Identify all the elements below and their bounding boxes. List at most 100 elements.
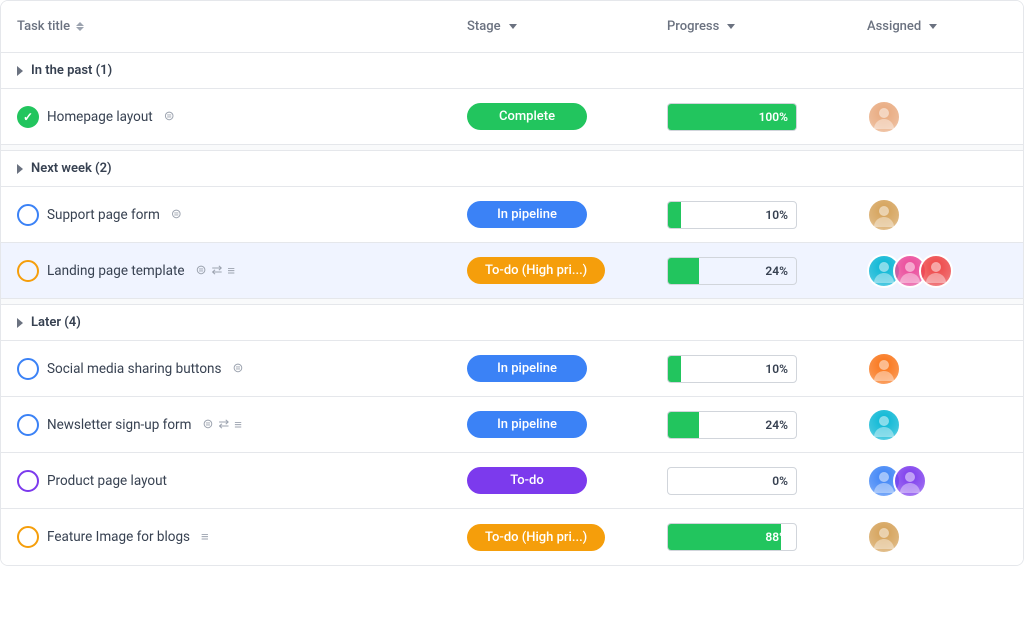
refresh-icon[interactable]: ⇄ (211, 263, 222, 278)
table-row: Social media sharing buttons ⊜ In pipeli… (1, 341, 1023, 397)
sort-icon[interactable] (76, 22, 84, 31)
task-name: Homepage layout (47, 109, 153, 125)
task-title-cell: Landing page template ⊜ ⇄ ≡ (1, 250, 451, 292)
stage-badge[interactable]: To-do (High pri...) (467, 257, 605, 284)
table-row: Homepage layout ⊜ Complete 100% (1, 89, 1023, 145)
task-meta: ≡ (201, 529, 209, 545)
task-title-cell: Support page form ⊜ (1, 194, 451, 236)
task-meta: ⊜ ⇄ ≡ (196, 263, 235, 279)
task-table: Task title Stage Progress Assigned In th… (0, 0, 1024, 566)
stage-badge[interactable]: In pipeline (467, 411, 587, 438)
task-status-icon[interactable] (17, 204, 39, 226)
progress-bar: 0% (667, 467, 797, 495)
group-label: Later (4) (31, 315, 81, 330)
stage-badge[interactable]: In pipeline (467, 355, 587, 382)
group-label: Next week (2) (31, 161, 112, 176)
header-assigned[interactable]: Assigned (851, 11, 1021, 42)
avatar (867, 520, 901, 554)
table-row: Feature Image for blogs ≡ To-do (High pr… (1, 509, 1023, 565)
task-title-cell: Social media sharing buttons ⊜ (1, 348, 451, 390)
table-header: Task title Stage Progress Assigned (1, 1, 1023, 53)
progress-cell: 100% (651, 95, 851, 139)
header-task-title[interactable]: Task title (1, 11, 451, 42)
table-row: Product page layout To-do 0% (1, 453, 1023, 509)
header-stage[interactable]: Stage (451, 11, 651, 42)
avatar (919, 254, 953, 288)
group-header-later[interactable]: Later (4) (1, 305, 1023, 341)
assigned-cell (851, 400, 1021, 450)
task-name: Support page form (47, 207, 160, 223)
assigned-cell (851, 190, 1021, 240)
table-row: Landing page template ⊜ ⇄ ≡ To-do (High pr… (1, 243, 1023, 299)
list-icon[interactable]: ≡ (234, 417, 242, 433)
stage-cell: In pipeline (451, 193, 651, 236)
avatar-group (867, 254, 953, 288)
avatar-group (867, 408, 901, 442)
avatar-group (867, 520, 901, 554)
progress-bar: 10% (667, 355, 797, 383)
task-status-icon[interactable] (17, 260, 39, 282)
avatar-group (867, 100, 901, 134)
task-status-icon[interactable] (17, 470, 39, 492)
progress-bar: 24% (667, 257, 797, 285)
task-name: Feature Image for blogs (47, 529, 190, 545)
stage-cell: To-do (High pri...) (451, 516, 651, 559)
task-title-cell: Product page layout (1, 460, 451, 502)
progress-bar: 100% (667, 103, 797, 131)
progress-bar: 88% (667, 523, 797, 551)
progress-text: 24% (668, 264, 796, 278)
table-row: Newsletter sign-up form ⊜⇄≡ In pipeline … (1, 397, 1023, 453)
list-icon[interactable]: ≡ (227, 263, 235, 279)
task-status-icon[interactable] (17, 106, 39, 128)
task-name: Social media sharing buttons (47, 361, 221, 377)
chevron-down-icon (509, 24, 517, 29)
progress-cell: 24% (651, 403, 851, 447)
stage-cell: To-do (451, 459, 651, 502)
attachment-icon[interactable]: ⊜ (196, 263, 207, 278)
group-chevron-icon (17, 66, 23, 76)
task-name: Newsletter sign-up form (47, 417, 191, 433)
list-icon[interactable]: ≡ (201, 529, 209, 545)
attachment-icon[interactable]: ⊜ (202, 417, 213, 432)
task-status-icon[interactable] (17, 526, 39, 548)
task-meta: ⊜ (164, 109, 175, 124)
progress-cell: 10% (651, 193, 851, 237)
chevron-down-icon (727, 24, 735, 29)
task-meta: ⊜ (171, 207, 182, 222)
task-title-cell: Homepage layout ⊜ (1, 96, 451, 138)
avatar (893, 464, 927, 498)
progress-bar: 10% (667, 201, 797, 229)
group-header-next-week[interactable]: Next week (2) (1, 151, 1023, 187)
refresh-icon[interactable]: ⇄ (218, 417, 229, 432)
progress-text: 10% (668, 362, 796, 376)
stage-badge[interactable]: Complete (467, 103, 587, 130)
stage-cell: In pipeline (451, 347, 651, 390)
group-chevron-icon (17, 164, 23, 174)
avatar (867, 100, 901, 134)
attachment-icon[interactable]: ⊜ (164, 109, 175, 124)
attachment-icon[interactable]: ⊜ (171, 207, 182, 222)
progress-cell: 10% (651, 347, 851, 391)
avatar-group (867, 198, 901, 232)
avatar (867, 198, 901, 232)
avatar (867, 408, 901, 442)
header-progress[interactable]: Progress (651, 11, 851, 42)
stage-badge[interactable]: To-do (High pri...) (467, 524, 605, 551)
avatar-group (867, 352, 901, 386)
avatar (867, 352, 901, 386)
table-row: Support page form ⊜ In pipeline 10% (1, 187, 1023, 243)
progress-text: 100% (668, 110, 796, 124)
task-title-cell: Newsletter sign-up form ⊜ ⇄ ≡ (1, 404, 451, 446)
group-header-in-the-past[interactable]: In the past (1) (1, 53, 1023, 89)
task-name: Landing page template (47, 263, 185, 279)
task-status-icon[interactable] (17, 414, 39, 436)
task-status-icon[interactable] (17, 358, 39, 380)
progress-cell: 24% (651, 249, 851, 293)
attachment-icon[interactable]: ⊜ (232, 361, 243, 376)
group-chevron-icon (17, 318, 23, 328)
stage-badge[interactable]: In pipeline (467, 201, 587, 228)
assigned-cell (851, 456, 1021, 506)
group-label: In the past (1) (31, 63, 112, 78)
avatar-group (867, 464, 927, 498)
stage-badge[interactable]: To-do (467, 467, 587, 494)
